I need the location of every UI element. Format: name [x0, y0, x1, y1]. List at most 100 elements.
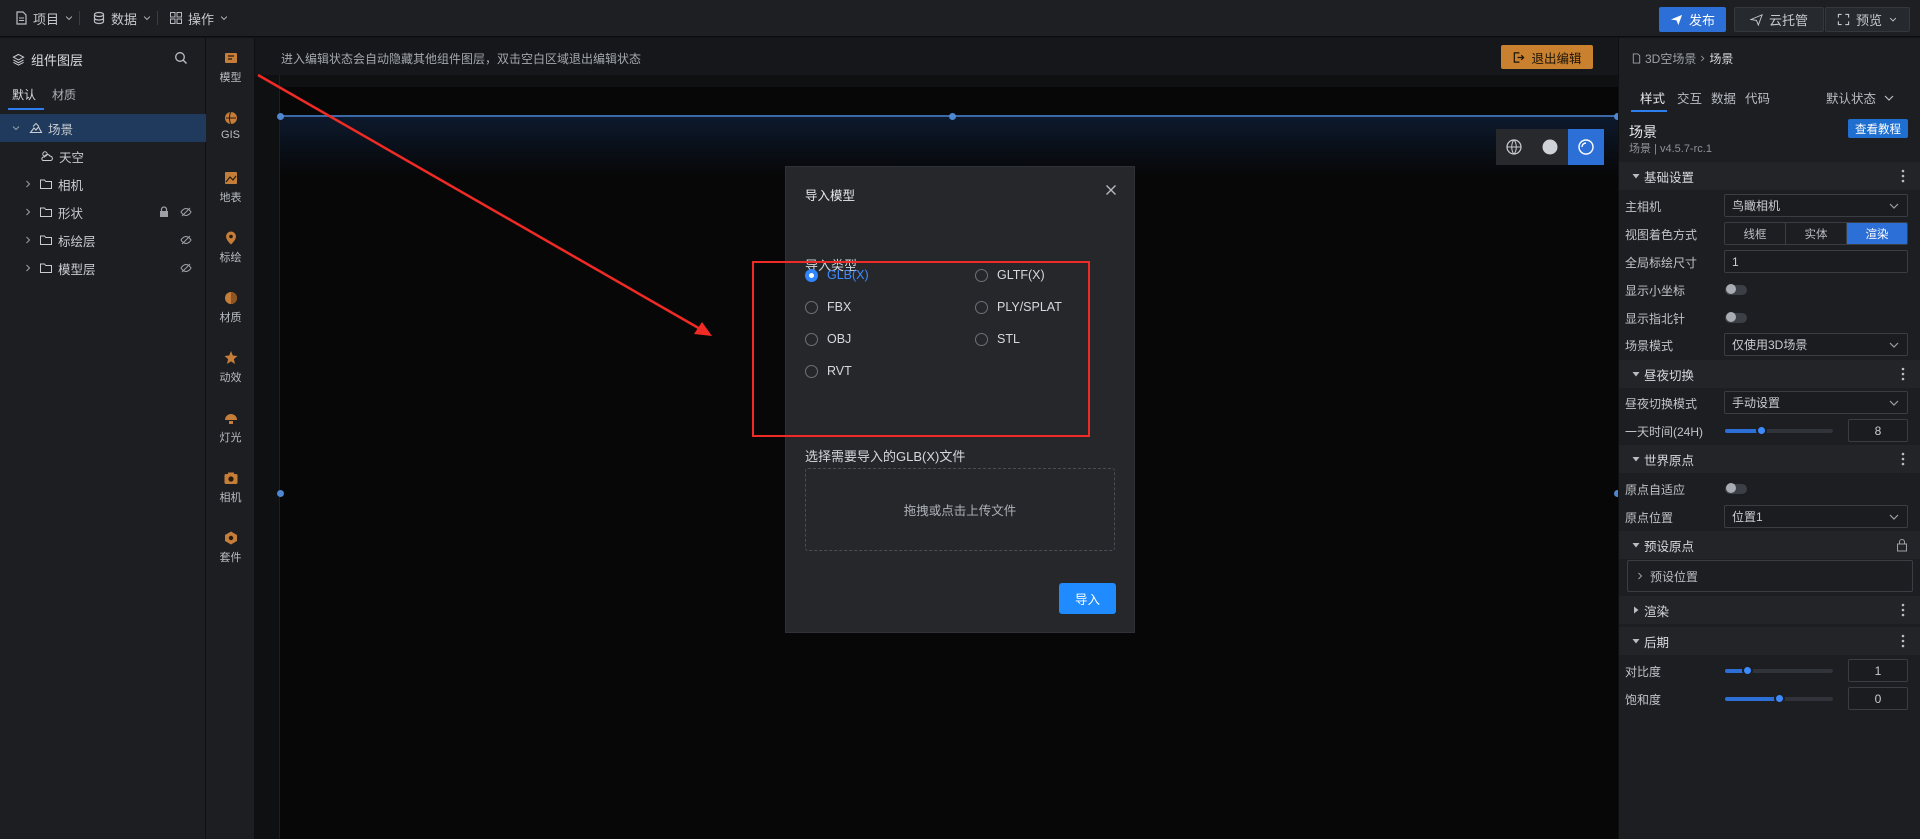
tree-item-sky[interactable]: 天空: [0, 142, 206, 170]
menu-project[interactable]: 项目: [14, 8, 74, 28]
time-of-day-input[interactable]: 8: [1848, 419, 1908, 442]
top-bar: 项目 数据 操作 发布 云托管 预览: [0, 0, 1920, 37]
resize-handle[interactable]: [949, 113, 956, 120]
show-compass-toggle[interactable]: [1725, 312, 1747, 323]
tree-item-model-layer[interactable]: 模型层: [0, 254, 206, 282]
more-vertical-icon[interactable]: [1901, 634, 1905, 648]
more-vertical-icon[interactable]: [1901, 603, 1905, 617]
section-basic-settings[interactable]: 基础设置: [1619, 162, 1920, 190]
fullscreen-icon: [1837, 13, 1850, 26]
model-icon: [224, 53, 237, 63]
tree-item-scene[interactable]: 场景: [0, 114, 206, 142]
file-drop-zone[interactable]: 拖拽或点击上传文件: [805, 468, 1115, 551]
publish-label: 发布: [1688, 13, 1715, 28]
component-icon-bar: 模型 GIS 地表 标绘 材质 动效 灯光 相机 套件: [206, 38, 255, 839]
origin-adaptive-toggle[interactable]: [1725, 483, 1747, 494]
caret-right-icon[interactable]: [23, 207, 33, 217]
section-day-night[interactable]: 昼夜切换: [1619, 360, 1920, 388]
exit-edit-label: 退出编辑: [1531, 51, 1582, 66]
gis-icon: [224, 111, 237, 125]
tab-interaction[interactable]: 交互: [1677, 88, 1702, 107]
tree-item-marker-layer[interactable]: 标绘层: [0, 226, 206, 254]
iconbar-kit[interactable]: 套件: [206, 530, 255, 582]
iconbar-terrain[interactable]: 地表: [206, 170, 255, 222]
iconbar-effect[interactable]: 动效: [206, 350, 255, 402]
eye-off-icon[interactable]: [180, 262, 192, 274]
caret-right-icon[interactable]: [23, 179, 33, 189]
preset-position-row[interactable]: 预设位置: [1627, 560, 1913, 592]
marker-size-input[interactable]: 1: [1724, 250, 1908, 273]
tutorial-button[interactable]: 查看教程: [1848, 119, 1908, 138]
tab-code[interactable]: 代码: [1745, 88, 1770, 107]
caret-down-icon[interactable]: [11, 123, 21, 133]
more-vertical-icon[interactable]: [1901, 452, 1905, 466]
eye-off-icon[interactable]: [180, 234, 192, 246]
tab-default[interactable]: 默认: [12, 86, 36, 103]
breadcrumb-root[interactable]: 3D空场景: [1645, 50, 1696, 67]
contrast-slider[interactable]: [1725, 665, 1833, 676]
menu-operation[interactable]: 操作: [169, 8, 229, 28]
scene-mode-select[interactable]: 仅使用3D场景: [1724, 333, 1908, 356]
preview-button[interactable]: 预览: [1825, 7, 1910, 32]
section-post-processing[interactable]: 后期: [1619, 627, 1920, 655]
tab-style[interactable]: 样式: [1640, 88, 1665, 107]
shading-solid-option[interactable]: 实体: [1786, 223, 1847, 244]
close-icon[interactable]: [1103, 182, 1119, 198]
component-name: 场景: [1629, 124, 1657, 140]
caret-down-icon: [1632, 543, 1640, 548]
slider-knob[interactable]: [1774, 693, 1785, 704]
show-axes-toggle[interactable]: [1725, 284, 1747, 295]
tree-item-shape[interactable]: 形状: [0, 198, 206, 226]
solid-view-button[interactable]: [1532, 129, 1568, 165]
slider-knob[interactable]: [1741, 665, 1753, 676]
saturation-input[interactable]: 0: [1848, 687, 1908, 710]
publish-button[interactable]: 发布: [1659, 7, 1726, 32]
iconbar-marker[interactable]: 标绘: [206, 230, 255, 282]
main-camera-select[interactable]: 鸟瞰相机: [1724, 194, 1908, 217]
daynight-mode-select[interactable]: 手动设置: [1724, 391, 1908, 414]
section-render[interactable]: 渲染: [1619, 596, 1920, 624]
section-title: 预设原点: [1644, 539, 1695, 554]
section-world-origin[interactable]: 世界原点: [1619, 445, 1920, 473]
tab-material[interactable]: 材质: [52, 86, 76, 103]
eye-off-icon[interactable]: [180, 206, 192, 218]
edit-hint-bar: 进入编辑状态会自动隐藏其他组件图层，双击空白区域退出编辑状态 退出编辑: [255, 38, 1618, 75]
iconbar-camera[interactable]: 相机: [206, 470, 255, 522]
tree-item-label: 相机: [58, 178, 84, 193]
lock-icon[interactable]: [158, 206, 170, 218]
iconbar-label: 地表: [219, 192, 242, 204]
saturation-slider[interactable]: [1725, 693, 1833, 704]
render-view-button[interactable]: [1568, 129, 1604, 165]
tree-item-camera[interactable]: 相机: [0, 170, 206, 198]
slider-knob[interactable]: [1755, 425, 1767, 436]
shading-render-option[interactable]: 渲染: [1847, 223, 1907, 244]
iconbar-gis[interactable]: GIS: [206, 110, 255, 162]
section-preset-origin[interactable]: 预设原点: [1619, 531, 1920, 559]
shading-wireframe-option[interactable]: 线框: [1725, 223, 1786, 244]
section-title: 基础设置: [1644, 170, 1695, 185]
time-of-day-slider[interactable]: [1725, 425, 1833, 436]
wireframe-view-button[interactable]: [1496, 129, 1532, 165]
contrast-input[interactable]: 1: [1848, 659, 1908, 682]
resize-handle[interactable]: [277, 490, 284, 497]
chevron-down-icon: [1889, 514, 1899, 520]
import-button[interactable]: 导入: [1059, 583, 1116, 614]
state-select[interactable]: 默认状态: [1826, 88, 1894, 107]
iconbar-model[interactable]: 模型: [206, 50, 255, 102]
resize-handle[interactable]: [277, 113, 284, 120]
lock-icon[interactable]: [1896, 538, 1908, 552]
menu-data[interactable]: 数据: [92, 8, 152, 28]
origin-position-select[interactable]: 位置1: [1724, 505, 1908, 528]
iconbar-label: 相机: [219, 492, 242, 504]
search-icon[interactable]: [174, 51, 188, 65]
caret-right-icon[interactable]: [23, 235, 33, 245]
exit-edit-button[interactable]: 退出编辑: [1501, 45, 1593, 69]
cloud-hosting-button[interactable]: 云托管: [1734, 7, 1824, 32]
tab-data[interactable]: 数据: [1711, 88, 1736, 107]
iconbar-label: 标绘: [219, 252, 242, 264]
more-vertical-icon[interactable]: [1901, 169, 1905, 183]
caret-right-icon[interactable]: [23, 263, 33, 273]
iconbar-light[interactable]: 灯光: [206, 410, 255, 462]
iconbar-material[interactable]: 材质: [206, 290, 255, 342]
more-vertical-icon[interactable]: [1901, 367, 1905, 381]
